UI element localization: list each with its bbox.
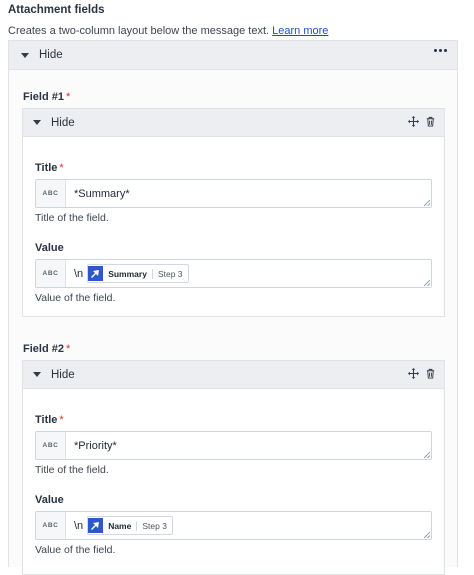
text-type-badge: ABC bbox=[36, 180, 66, 207]
panel-header-toggle[interactable]: Hide bbox=[9, 41, 457, 70]
move-icon[interactable] bbox=[408, 368, 419, 379]
value-prefix: \n bbox=[74, 267, 84, 280]
field-2-label-text: Field #2 bbox=[23, 343, 64, 355]
field-1-hide-label: Hide bbox=[51, 116, 75, 129]
step-logo-icon bbox=[88, 266, 104, 281]
field-1-label: Field #1 * bbox=[23, 91, 70, 103]
field-2-value-label: Value bbox=[35, 494, 64, 506]
title-label-text: Title bbox=[35, 162, 58, 174]
resize-handle-icon[interactable] bbox=[424, 452, 430, 458]
step-reference-pill[interactable]: Name Step 3 bbox=[87, 516, 173, 535]
attachment-fields-panel: Hide Field #1 * Hide Title * ABC *Summary*… bbox=[8, 40, 458, 575]
panel-hide-label: Hide bbox=[39, 49, 63, 61]
value-prefix: \n bbox=[74, 519, 84, 532]
description-text: Creates a two-column layout below the me… bbox=[8, 25, 270, 37]
step-logo-icon bbox=[88, 518, 104, 533]
trash-icon[interactable] bbox=[425, 368, 436, 379]
pill-name: Name bbox=[108, 520, 132, 531]
text-type-badge: ABC bbox=[36, 432, 66, 459]
caret-down-icon[interactable] bbox=[33, 120, 41, 125]
field-1-value-input[interactable]: ABC \n Summary Step 3 bbox=[35, 259, 432, 288]
trash-icon[interactable] bbox=[425, 116, 436, 127]
field-1-title-help: Title of the field. bbox=[35, 212, 109, 224]
field-1-header-toggle[interactable]: Hide bbox=[23, 109, 444, 137]
text-type-badge: ABC bbox=[36, 260, 66, 287]
kebab-menu-icon[interactable] bbox=[434, 49, 447, 52]
field-2-header-toggle[interactable]: Hide bbox=[23, 361, 444, 389]
field-1-value-help: Value of the field. bbox=[35, 292, 116, 304]
field-2-value-input[interactable]: ABC \n Name Step 3 bbox=[35, 511, 432, 540]
resize-handle-icon[interactable] bbox=[424, 280, 430, 286]
pill-name: Summary bbox=[108, 268, 147, 279]
field-2-value-help: Value of the field. bbox=[35, 544, 116, 556]
required-mark: * bbox=[59, 414, 64, 426]
resize-handle-icon[interactable] bbox=[424, 200, 430, 206]
caret-down-icon[interactable] bbox=[21, 52, 29, 58]
title-label-text: Title bbox=[35, 414, 58, 426]
resize-handle-icon[interactable] bbox=[424, 532, 430, 538]
required-mark: * bbox=[59, 162, 64, 174]
caret-down-icon[interactable] bbox=[33, 372, 41, 377]
field-1-card: Hide Title * ABC *Summary* Title of the f… bbox=[22, 108, 445, 317]
section-title: Attachment fields bbox=[8, 4, 105, 16]
required-mark: * bbox=[65, 343, 71, 355]
move-icon[interactable] bbox=[408, 116, 419, 127]
pill-step: Step 3 bbox=[136, 520, 167, 531]
required-mark: * bbox=[65, 91, 71, 103]
section-description: Creates a two-column layout below the me… bbox=[8, 25, 328, 37]
field-2-hide-label: Hide bbox=[51, 368, 75, 381]
field-2-label: Field #2 * bbox=[23, 343, 70, 355]
text-type-badge: ABC bbox=[36, 512, 66, 539]
pill-step: Step 3 bbox=[151, 268, 183, 279]
field-1-label-text: Field #1 bbox=[23, 91, 64, 103]
title-input-value: *Priority* bbox=[74, 439, 117, 452]
title-input-value: *Summary* bbox=[74, 187, 130, 200]
field-1-title-input[interactable]: ABC *Summary* bbox=[35, 179, 432, 208]
field-2-title-input[interactable]: ABC *Priority* bbox=[35, 431, 432, 460]
field-1-title-label: Title * bbox=[35, 162, 64, 174]
field-1-value-label: Value bbox=[35, 242, 64, 254]
learn-more-link[interactable]: Learn more bbox=[272, 25, 328, 37]
step-reference-pill[interactable]: Summary Step 3 bbox=[87, 264, 189, 283]
field-2-card: Hide Title * ABC *Priority* Title of the … bbox=[22, 360, 445, 575]
field-2-title-help: Title of the field. bbox=[35, 464, 109, 476]
field-2-title-label: Title * bbox=[35, 414, 64, 426]
